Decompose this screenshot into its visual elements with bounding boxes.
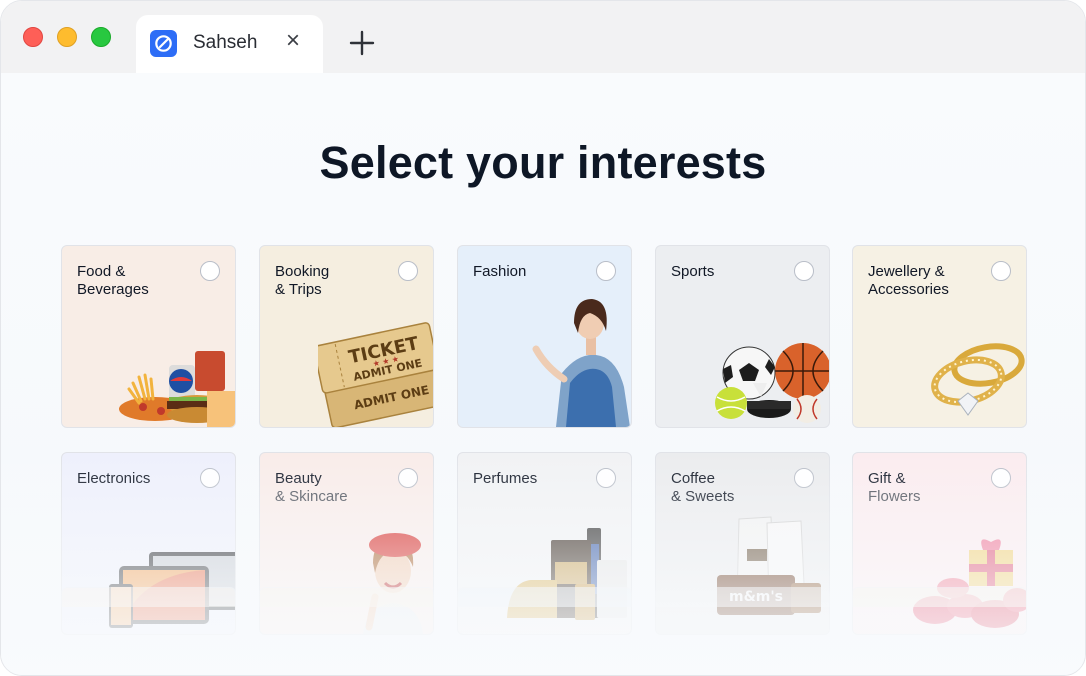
browser-window: Sahseh × Select your interests Food & Bev…: [0, 0, 1086, 676]
interest-label: Beauty & Skincare: [275, 470, 348, 505]
interest-checkbox[interactable]: [596, 468, 616, 488]
interest-card-perfumes[interactable]: Perfumes: [457, 452, 632, 635]
sports-balls-image: [715, 343, 829, 423]
interest-card-fashion[interactable]: Fashion: [457, 245, 632, 428]
interest-label: Fashion: [473, 263, 527, 280]
plus-icon[interactable]: [347, 28, 377, 58]
interest-label: Food & Beverages: [77, 263, 149, 298]
beauty-woman-image: [363, 533, 423, 634]
maximize-window-button[interactable]: [91, 27, 111, 47]
interest-checkbox[interactable]: [794, 261, 814, 281]
interest-label: Gift & Flowers: [868, 470, 921, 505]
interest-card-electronics[interactable]: Electronics: [61, 452, 236, 635]
close-tab-icon[interactable]: ×: [282, 29, 304, 53]
interest-label: Sports: [671, 263, 715, 280]
fashion-model-image: [532, 299, 630, 427]
site-logo-icon: [150, 30, 177, 57]
gift-flowers-image: [913, 539, 1026, 628]
browser-tab[interactable]: Sahseh ×: [136, 15, 323, 73]
interest-card-booking[interactable]: Booking & Trips ADMIT ONE TICKET ★ ★ ★ AD…: [259, 245, 434, 428]
interest-checkbox[interactable]: [596, 261, 616, 281]
interest-card-partial: [457, 587, 632, 607]
coffee-sweets-image: m&m's: [717, 516, 821, 615]
interest-label: Perfumes: [473, 470, 538, 487]
interest-label: Coffee & Sweets: [671, 470, 735, 505]
interest-card-coffee[interactable]: Coffee& Sweets m&m's: [655, 452, 830, 635]
perfume-bottles-image: [507, 528, 627, 620]
interest-card-gift[interactable]: Gift & Flowers: [852, 452, 1027, 635]
interest-label: Jewellery & Accessories: [868, 263, 949, 298]
interest-checkbox[interactable]: [794, 468, 814, 488]
close-window-button[interactable]: [23, 27, 43, 47]
interest-card-beauty[interactable]: Beauty & Skincare: [259, 452, 434, 635]
minimize-window-button[interactable]: [57, 27, 77, 47]
page-title: Select your interests: [319, 137, 767, 188]
ticket-image: ADMIT ONE TICKET ★ ★ ★ ADMIT ONE: [318, 322, 433, 427]
interest-checkbox[interactable]: [200, 261, 220, 281]
interest-checkbox[interactable]: [991, 261, 1011, 281]
interest-card-food[interactable]: Food & Beverages: [61, 245, 236, 428]
interest-card-sports[interactable]: Sports: [655, 245, 830, 428]
rings-image: [931, 343, 1025, 416]
devices-image: [109, 552, 235, 628]
interest-card-partial: [61, 587, 236, 607]
interest-card-partial: [655, 587, 830, 607]
interest-checkbox[interactable]: [398, 468, 418, 488]
food-beverages-image: [119, 351, 235, 427]
interest-checkbox[interactable]: [398, 261, 418, 281]
interest-checkbox[interactable]: [991, 468, 1011, 488]
title-bar: Sahseh ×: [1, 1, 1085, 73]
interest-card-partial: [259, 587, 434, 607]
interest-label: Electronics: [77, 470, 151, 487]
interest-card-partial: [852, 587, 1027, 607]
interest-checkbox[interactable]: [200, 468, 220, 488]
interest-card-jewellery[interactable]: Jewellery & Accessories: [852, 245, 1027, 428]
tab-title: Sahseh: [193, 32, 258, 53]
interest-label: Booking & Trips: [275, 263, 330, 298]
